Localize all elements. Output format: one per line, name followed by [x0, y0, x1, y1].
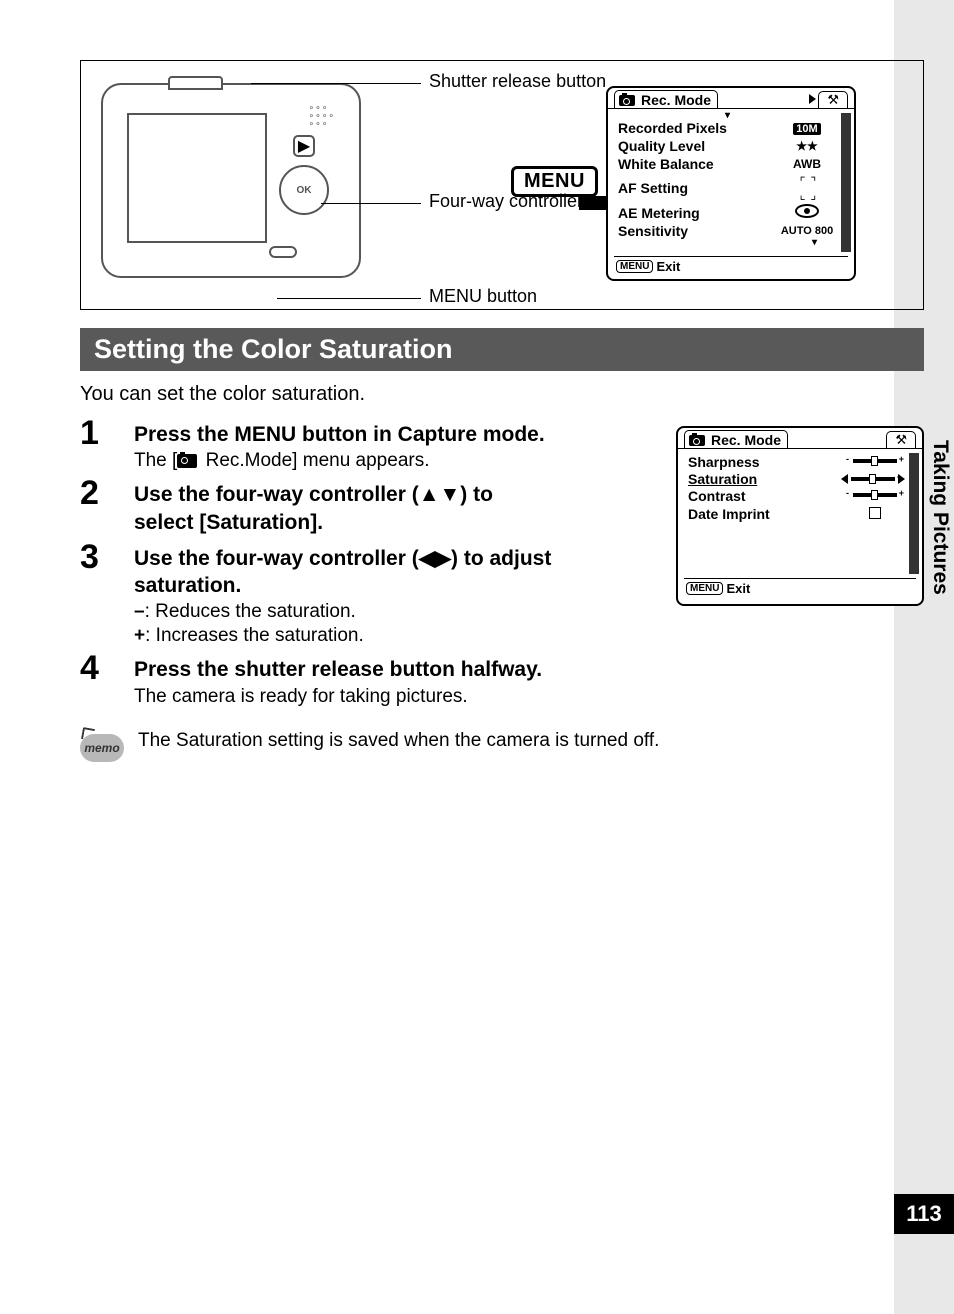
step-3-title: Use the four-way controller (◀▶) to adju… — [134, 545, 554, 600]
memo-block: memo The Saturation setting is saved whe… — [80, 730, 924, 762]
menu-button-shape — [269, 246, 297, 258]
step-3-sub1: –: Reduces the saturation. — [134, 601, 664, 623]
lcd1-scrollbar — [841, 113, 851, 252]
step-1-num: 1 — [80, 416, 134, 450]
camera-icon — [177, 454, 197, 468]
lcd1-footer: MENUExit — [614, 256, 848, 276]
callout-shutter-text: Shutter release button — [429, 71, 606, 91]
lcd1-row-recorded-pixels: Recorded Pixels10M — [618, 119, 837, 137]
step-1-title: Press the MENU button in Capture mode. — [134, 421, 664, 448]
step-4-num: 4 — [80, 651, 134, 685]
lcd1-tab-label: Rec. Mode — [641, 92, 711, 108]
lcd2-tab-label: Rec. Mode — [711, 432, 781, 448]
step-1-desc: The [ Rec.Mode] menu appears. — [134, 450, 664, 472]
lcd2-exit-label: Exit — [726, 581, 750, 596]
lcd2-tools-tab: ⚒ — [886, 431, 916, 448]
lcd1-tools-tab: ⚒ — [818, 91, 848, 108]
af-bracket-icon: ⌜ ⌝⌞ ⌟ — [777, 174, 837, 202]
play-button-shape: ▶ — [293, 135, 315, 157]
tab-arrow-icon — [809, 94, 816, 104]
menu-badge-small: MENU — [686, 582, 723, 595]
lcd2-row-contrast: Contrast-+ — [688, 487, 905, 505]
step-3-num: 3 — [80, 540, 134, 574]
pixels-value: 10M — [793, 123, 820, 135]
step-4-title: Press the shutter release button halfway… — [134, 656, 554, 683]
diagram-box: ∘∘∘∘∘∘∘∘∘∘ ▶ OK Shutter release button F… — [80, 60, 924, 310]
lcd2-row-saturation: Saturation-+ — [688, 471, 905, 487]
step-3: 3 Use the four-way controller (◀▶) to ad… — [80, 540, 664, 648]
slider-icon: -+ — [853, 490, 897, 500]
camera-lcd-shape — [127, 113, 267, 243]
step-3-sub2: +: Increases the saturation. — [134, 625, 664, 647]
camera-icon — [619, 95, 635, 106]
checkbox-icon — [869, 507, 881, 519]
lcd1-active-tab: Rec. Mode — [614, 90, 718, 108]
callout-shutter: Shutter release button — [429, 71, 606, 93]
menu-badge-small: MENU — [616, 260, 653, 273]
intro-text: You can set the color saturation. — [80, 383, 924, 406]
lcd1-exit-label: Exit — [656, 259, 680, 274]
tools-icon: ⚒ — [895, 432, 907, 448]
memo-icon: memo — [80, 734, 124, 762]
lcd1-row-wb: White BalanceAWB — [618, 155, 837, 173]
camera-icon — [689, 435, 705, 446]
callout-menu: MENU button — [429, 286, 537, 308]
slider-icon: -+ — [853, 456, 897, 466]
lcd2-scrollbar — [909, 453, 919, 574]
lcd2-rows: Sharpness-+ Saturation-+ Contrast-+ Date… — [678, 449, 909, 578]
menu-badge: MENU — [511, 166, 598, 197]
step-2-title: Use the four-way controller (▲▼) to sele… — [134, 481, 554, 536]
lcd1-row-sensitivity: SensitivityAUTO 800 — [618, 222, 837, 240]
shutter-release-shape — [168, 76, 223, 90]
lcd1-row-quality: Quality Level★★ — [618, 137, 837, 155]
speaker-dots: ∘∘∘∘∘∘∘∘∘∘ — [308, 103, 335, 127]
step-2: 2 Use the four-way controller (▲▼) to se… — [80, 476, 664, 536]
lcd-rec-mode-2: Rec. Mode ⚒ Sharpness-+ Saturation-+ Con… — [676, 426, 924, 606]
slider-icon: -+ — [851, 474, 895, 484]
step-list: 1 Press the MENU button in Capture mode.… — [80, 416, 664, 708]
step-4: 4 Press the shutter release button halfw… — [80, 651, 664, 707]
lcd1-row-af: AF Setting⌜ ⌝⌞ ⌟ — [618, 173, 837, 203]
lcd1-rows: ▾ Recorded Pixels10M Quality Level★★ Whi… — [608, 109, 841, 256]
lcd2-footer: MENUExit — [684, 578, 916, 598]
callout-menu-text: MENU button — [429, 286, 537, 306]
lcd2-row-sharpness: Sharpness-+ — [688, 453, 905, 471]
lcd2-row-date-imprint: Date Imprint — [688, 505, 905, 523]
camera-illustration: ∘∘∘∘∘∘∘∘∘∘ ▶ OK — [101, 83, 361, 278]
lcd-rec-mode-1: Rec. Mode ⚒ ▾ Recorded Pixels10M Quality… — [606, 86, 856, 281]
lcd1-row-ae: AE Metering — [618, 203, 837, 222]
step-2-num: 2 — [80, 476, 134, 510]
step-1: 1 Press the MENU button in Capture mode.… — [80, 416, 664, 472]
memo-text: The Saturation setting is saved when the… — [138, 730, 659, 752]
metering-icon — [795, 204, 819, 218]
four-way-pad-shape: OK — [279, 165, 329, 215]
lcd2-active-tab: Rec. Mode — [684, 430, 788, 448]
tools-icon: ⚒ — [827, 92, 839, 108]
section-heading: Setting the Color Saturation — [80, 328, 924, 371]
step-4-desc: The camera is ready for taking pictures. — [134, 686, 664, 708]
